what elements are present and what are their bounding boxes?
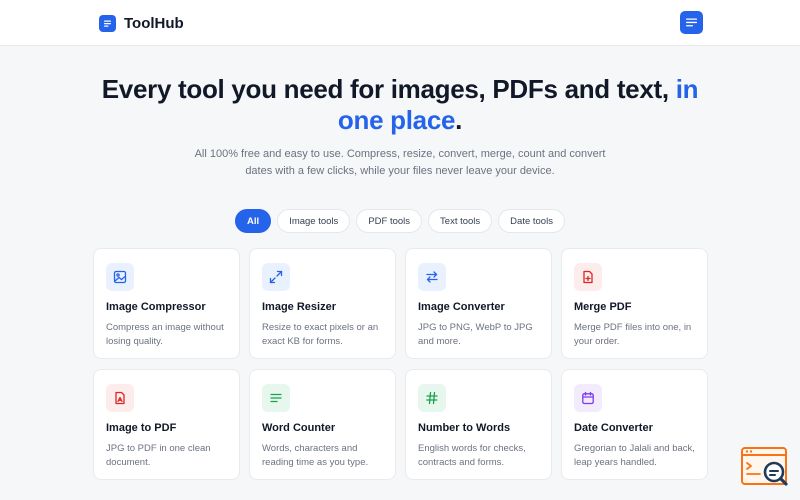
top-navigation-bar: ToolHub — [0, 0, 800, 46]
calendar-icon — [574, 384, 602, 412]
filter-date-tools[interactable]: Date tools — [498, 209, 565, 233]
tool-card-word-counter[interactable]: Word Counter Words, characters and readi… — [249, 369, 396, 480]
tool-title: Merge PDF — [574, 301, 632, 313]
tool-description: Words, characters and reading time as yo… — [262, 443, 369, 468]
tool-description: Gregorian to Jalali and back, leap years… — [574, 443, 695, 468]
text-lines-icon — [262, 384, 290, 412]
tool-description: JPG to PNG, WebP to JPG and more. — [418, 322, 533, 347]
tool-description: Compress an image without losing quality… — [106, 322, 224, 347]
hash-icon — [418, 384, 446, 412]
filter-pdf-tools[interactable]: PDF tools — [356, 209, 423, 233]
tool-title: Image Compressor — [106, 301, 206, 313]
brand-name: ToolHub — [124, 14, 184, 32]
tool-card-image-compressor[interactable]: Image Compressor Compress an image witho… — [93, 248, 240, 359]
filter-image-tools[interactable]: Image tools — [277, 209, 351, 233]
tool-card-image-resizer[interactable]: Image Resizer Resize to exact pixels or … — [249, 248, 396, 359]
tool-title: Word Counter — [262, 422, 336, 434]
tool-title: Number to Words — [418, 422, 511, 434]
menu-button[interactable] — [680, 11, 703, 34]
document-lines-icon — [99, 14, 116, 32]
tool-title: Image to PDF — [106, 422, 177, 434]
filter-text-tools[interactable]: Text tools — [428, 209, 493, 233]
file-plus-icon — [574, 263, 602, 291]
pdf-file-icon — [106, 384, 134, 412]
image-icon — [106, 263, 134, 291]
hero-title-end: . — [455, 105, 463, 135]
swap-arrows-icon — [418, 263, 446, 291]
filter-all[interactable]: All — [235, 209, 272, 233]
resize-arrows-icon — [262, 263, 290, 291]
search-window-icon[interactable] — [740, 446, 792, 490]
hero-subtitle: All 100% free and easy to use. Compress,… — [194, 148, 606, 177]
hero-title: Every tool you need for images, PDFs and… — [100, 74, 700, 136]
tool-title: Image Converter — [418, 301, 505, 313]
tool-card-date-converter[interactable]: Date Converter Gregorian to Jalali and b… — [561, 369, 708, 480]
menu-icon — [686, 15, 697, 30]
brand[interactable]: ToolHub — [99, 13, 184, 33]
tool-card-number-to-words[interactable]: Number to Words English words for checks… — [405, 369, 552, 480]
tool-card-image-converter[interactable]: Image Converter JPG to PNG, WebP to JPG … — [405, 248, 552, 359]
tool-title: Date Converter — [574, 422, 653, 434]
tool-description: Merge PDF files into one, in your order. — [574, 322, 692, 347]
tools-grid: Image Compressor Compress an image witho… — [93, 248, 708, 480]
tool-card-merge-pdf[interactable]: Merge PDF Merge PDF files into one, in y… — [561, 248, 708, 359]
category-filters: All Image tools PDF tools Text tools Dat… — [0, 209, 800, 233]
tool-title: Image Resizer — [262, 301, 336, 313]
hero-title-main: Every tool you need for images, PDFs and… — [101, 74, 669, 104]
tool-card-image-to-pdf[interactable]: Image to PDF JPG to PDF in one clean doc… — [93, 369, 240, 480]
tool-description: English words for checks, contracts and … — [418, 443, 526, 468]
tool-description: Resize to exact pixels or an exact KB fo… — [262, 322, 379, 347]
tool-description: JPG to PDF in one clean document. — [106, 443, 211, 468]
